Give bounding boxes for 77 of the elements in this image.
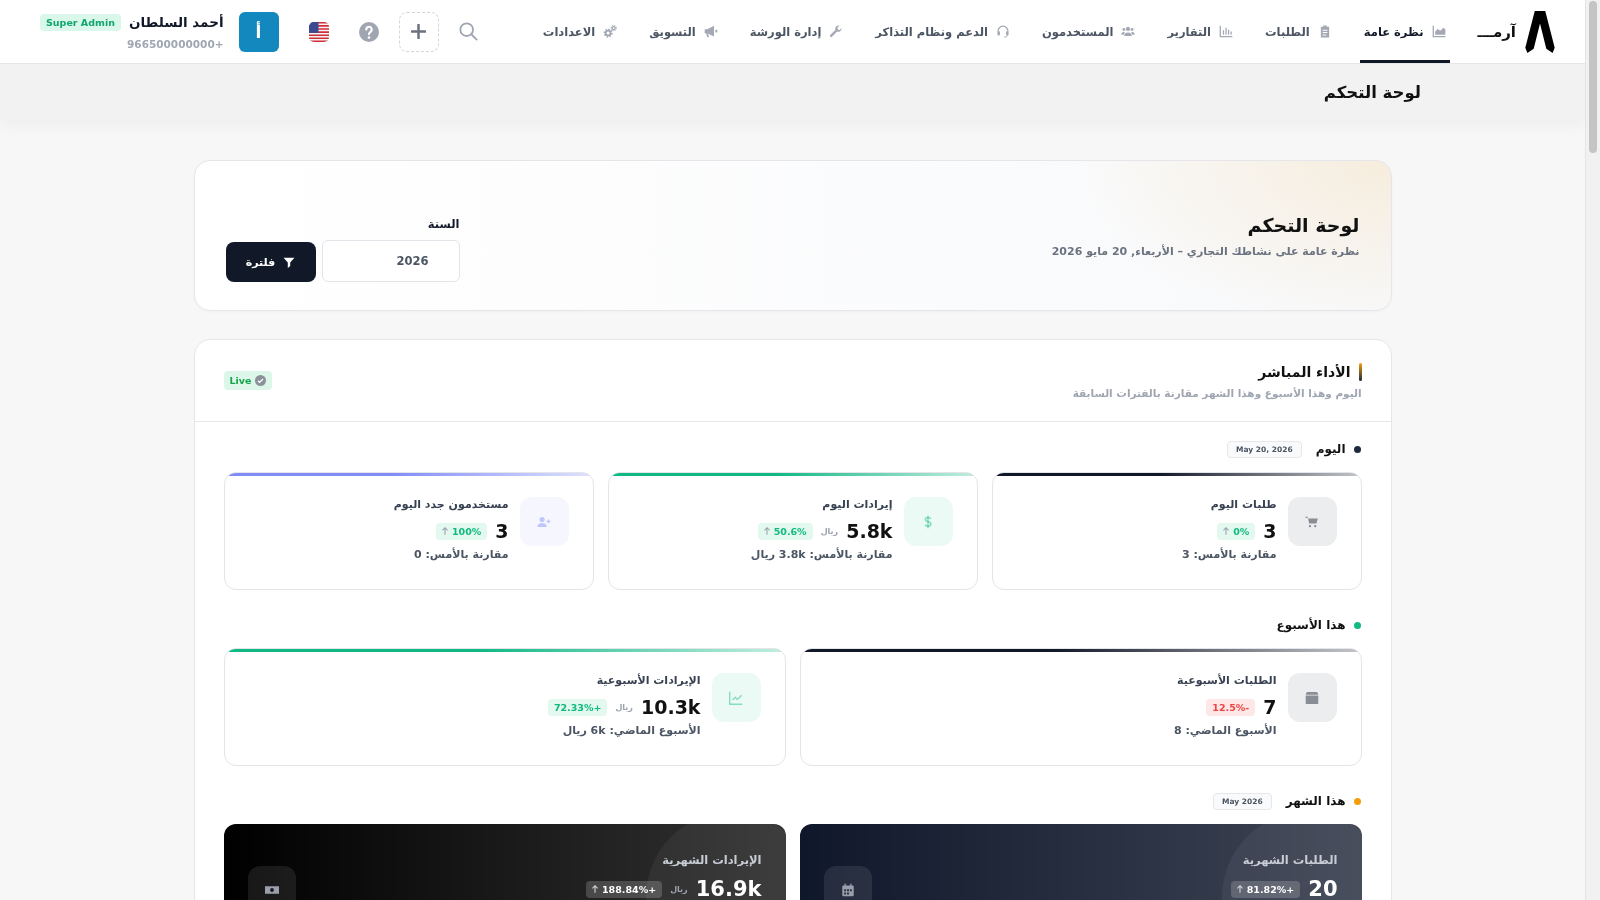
change-percent: 0% — [1233, 525, 1250, 537]
stat-value: 3 — [1263, 520, 1277, 542]
user-name: أحمد السلطان — [128, 14, 224, 30]
dashboard-title: لوحة التحكم — [1246, 213, 1360, 236]
check-circle-icon — [255, 375, 267, 386]
stat-value: 20 — [1308, 877, 1338, 900]
filter-icon — [283, 256, 296, 268]
stat-title: إيرادات اليوم — [821, 497, 893, 513]
stat-title: الإيرادات الأسبوعية — [595, 673, 701, 689]
change-percent: +72.33% — [553, 701, 602, 713]
stat-title: الطلبات الشهرية — [1241, 852, 1338, 868]
nav-tab[interactable]: الاعدادات — [538, 0, 622, 63]
comparison-text: مقارنة بالأمس: 3.8k ريال — [750, 547, 893, 563]
section-heading: هذا الشهر — [1285, 794, 1346, 808]
banknote-icon — [247, 866, 296, 900]
line-chart-icon — [711, 673, 761, 722]
nav-tab[interactable]: التقارير — [1163, 0, 1238, 63]
dashboard-subtitle: نظرة عامة على نشاطك التجاري – الأربعاء, 20 مايو 2026 — [1051, 244, 1360, 258]
change-percent: 50.6% — [773, 525, 807, 537]
section-heading: اليوم — [1315, 442, 1346, 456]
accent-bar — [1358, 362, 1362, 381]
stat-value: 10.3k — [641, 696, 701, 718]
live-label: Live — [229, 375, 252, 386]
box-icon — [1287, 673, 1337, 722]
page-title: لوحة التحكم — [1323, 82, 1421, 102]
year-label: السنة — [426, 217, 460, 231]
user-plus-icon — [519, 497, 569, 546]
nav-tab[interactable]: التسويق — [645, 0, 722, 63]
flag-icon[interactable] — [308, 21, 329, 42]
filter-button[interactable]: فلترة — [225, 242, 316, 282]
nav-tab[interactable]: المستخدمون — [1037, 0, 1140, 63]
help-icon[interactable] — [358, 21, 379, 42]
dollar-icon — [903, 497, 953, 546]
change-percent: +188.84% — [602, 883, 657, 895]
gears-icon — [603, 25, 618, 38]
logo-icon[interactable] — [1525, 10, 1555, 53]
currency-unit: ريال — [615, 702, 633, 712]
add-button[interactable] — [398, 11, 439, 52]
comparison-text: مقارنة بالأمس: 3 — [1181, 547, 1277, 563]
stat-title: مستخدمون جدد اليوم — [393, 497, 509, 513]
comparison-text: الأسبوع الماضي: 8 — [1173, 723, 1277, 739]
currency-unit: ريال — [670, 884, 688, 894]
change-percent: +81.82% — [1246, 883, 1295, 895]
comparison-text: الأسبوع الماضي: 6k ريال — [561, 723, 701, 739]
nav-tab[interactable]: الطلبات — [1261, 0, 1336, 63]
area-chart-icon — [1431, 25, 1446, 38]
stat-value: 7 — [1263, 696, 1277, 718]
calendar-icon — [823, 866, 872, 900]
change-percent: -12.5% — [1212, 701, 1250, 713]
scrollbar-thumb[interactable] — [1589, 1, 1597, 153]
section-heading: هذا الأسبوع — [1276, 618, 1346, 632]
role-badge: Super Admin — [40, 13, 121, 31]
stat-value: 5.8k — [846, 520, 893, 542]
megaphone-icon — [703, 25, 718, 38]
nav-tab[interactable]: إدارة الورشة — [745, 0, 848, 63]
year-field[interactable]: 2026 — [321, 240, 460, 282]
stat-value: 16.9k — [695, 877, 762, 900]
user-phone: +966500000000 — [126, 37, 224, 50]
brand-name: آرمـــ — [1477, 22, 1516, 41]
change-percent: 100% — [451, 525, 482, 537]
stat-value: 3 — [495, 520, 509, 542]
wrench-icon — [829, 25, 844, 38]
cart-icon — [1287, 497, 1337, 546]
stat-title: الإيرادات الشهرية — [661, 852, 762, 868]
plus-icon — [411, 24, 426, 39]
section-title: الأداء المباشر — [1258, 363, 1351, 380]
stat-title: طلبات اليوم — [1209, 497, 1277, 513]
comparison-text: مقارنة بالأمس: 0 — [412, 547, 509, 563]
users-icon — [1121, 25, 1136, 38]
user-avatar[interactable]: أ — [238, 11, 279, 52]
search-icon[interactable] — [458, 22, 478, 41]
headset-icon — [995, 25, 1010, 38]
stat-title: الطلبات الأسبوعية — [1176, 673, 1277, 689]
bar-chart-icon — [1219, 25, 1234, 38]
nav-tab[interactable]: الدعم ونظام التذاكر — [871, 0, 1014, 63]
currency-unit: ريال — [820, 526, 839, 536]
section-subtitle: اليوم وهذا الأسبوع وهذا الشهر مقارنة بالفترات السابقة — [1072, 386, 1362, 399]
